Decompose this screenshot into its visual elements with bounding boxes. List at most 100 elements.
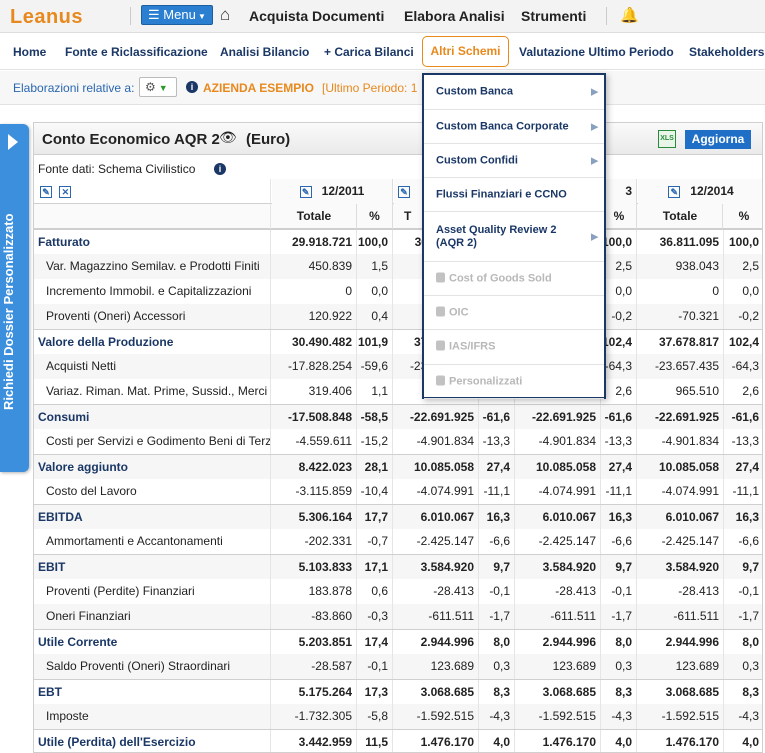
total-cell: 319.406 <box>272 379 357 404</box>
context-bar: Elaborazioni relative a: ⚙ ▼ i AZIENDA ES… <box>0 71 765 105</box>
strumenti-menu[interactable]: Strumenti <box>521 8 586 24</box>
dropdown-item: Cost of Goods Sold <box>424 262 604 296</box>
row-label: Proventi (Oneri) Accessori <box>34 304 271 329</box>
chevron-right-icon: ▶ <box>591 231 598 241</box>
info-icon[interactable]: i <box>186 81 198 93</box>
pct-cell: 1,1 <box>357 379 393 404</box>
row-label[interactable]: Consumi <box>34 405 271 430</box>
pct-cell: 11,5 <box>357 730 393 752</box>
aggiorna-button[interactable]: Aggiorna <box>685 130 751 149</box>
total-cell: 120.922 <box>272 304 357 329</box>
row-label[interactable]: EBITDA <box>34 505 271 530</box>
total-cell: 0 <box>638 279 724 304</box>
pct-cell: -64,3 <box>724 354 762 379</box>
pct-cell: 0,0 <box>724 279 762 304</box>
acquista-documenti-menu[interactable]: Acquista Documenti <box>249 8 384 24</box>
edit-icon[interactable]: ✎ <box>40 185 52 198</box>
arrow-right-icon <box>8 134 18 150</box>
year-label: 12/2011 <box>321 184 365 198</box>
col-pct: % <box>602 204 637 229</box>
menu-button[interactable]: ☰ Menu ▼ <box>141 5 213 25</box>
pct-cell: -4,3 <box>479 704 515 729</box>
pct-cell: 8,3 <box>479 680 515 705</box>
total-cell: 5.103.833 <box>272 555 357 580</box>
year-header-1: ✎ 12/2011 <box>272 179 393 204</box>
pct-cell: -61,6 <box>724 405 762 430</box>
pct-cell: -1,7 <box>601 604 637 629</box>
row-label[interactable]: Utile Corrente <box>34 630 271 655</box>
pct-cell: 4,0 <box>601 730 637 752</box>
total-cell: 6.010.067 <box>516 505 601 530</box>
year-label: 3 <box>625 184 632 198</box>
total-cell: -1.592.515 <box>638 704 724 729</box>
total-cell: -1.592.515 <box>516 704 601 729</box>
pct-cell: 0,3 <box>724 654 762 679</box>
pct-cell: 1,5 <box>357 254 393 279</box>
table-row: EBITDA 5.306.164 17,7 6.010.067 16,3 6.010.06… <box>34 504 762 530</box>
total-cell: -4.559.611 <box>272 429 357 454</box>
settings-dropdown[interactable]: ⚙ ▼ <box>139 77 177 97</box>
pct-cell: -11,1 <box>724 479 762 504</box>
total-cell: -83.860 <box>272 604 357 629</box>
nav-stakeholders[interactable]: Stakeholders <box>689 45 764 59</box>
pct-cell: 2,6 <box>601 379 637 404</box>
total-cell: -202.331 <box>272 529 357 554</box>
edit-icon[interactable]: ✎ <box>398 185 410 198</box>
elabora-analisi-menu[interactable]: Elabora Analisi <box>404 8 505 24</box>
leanus-logo[interactable]: Leanus <box>10 6 83 29</box>
nav-altri-schemi[interactable]: Altri Schemi <box>422 36 509 67</box>
total-cell: 10.085.058 <box>394 455 479 480</box>
total-cell: 1.476.170 <box>516 730 601 752</box>
nav-analisi-bilancio[interactable]: Analisi Bilancio <box>220 45 309 59</box>
pct-cell: 16,3 <box>479 505 515 530</box>
nav-fonte-riclassificazione[interactable]: Fonte e Riclassificazione <box>65 45 208 59</box>
pct-cell: 28,1 <box>357 455 393 480</box>
eye-icon[interactable]: 👁 <box>219 129 237 146</box>
total-cell: 3.584.920 <box>516 555 601 580</box>
dropdown-item-label: Cost of Goods Sold <box>449 272 552 284</box>
nav-valutazione-ultimo-periodo[interactable]: Valutazione Ultimo Periodo <box>519 45 674 59</box>
pct-cell: 9,7 <box>724 555 762 580</box>
pct-cell: 102,4 <box>601 330 637 355</box>
pct-cell: 2,5 <box>724 254 762 279</box>
dropdown-item[interactable]: Flussi Finanziari e CCNO <box>424 178 604 212</box>
total-cell: -28.413 <box>394 579 479 604</box>
pct-cell: -15,2 <box>357 429 393 454</box>
row-label[interactable]: EBIT <box>34 555 271 580</box>
total-cell: 450.839 <box>272 254 357 279</box>
row-label[interactable]: EBT <box>34 680 271 705</box>
home-icon[interactable]: ⌂ <box>220 5 230 25</box>
nav-carica-bilanci[interactable]: + Carica Bilanci <box>324 45 414 59</box>
total-cell: -2.425.147 <box>394 529 479 554</box>
pct-cell: 8,3 <box>724 680 762 705</box>
pct-cell: 100,0 <box>357 230 393 255</box>
row-label[interactable]: Fatturato <box>34 230 271 255</box>
bell-icon[interactable]: 🔔 <box>620 6 639 24</box>
pct-cell: 4,0 <box>724 730 762 752</box>
total-cell: -4.901.834 <box>516 429 601 454</box>
year-header-4: ✎ 12/2014 <box>638 179 762 204</box>
total-cell: 965.510 <box>638 379 724 404</box>
row-label[interactable]: Valore aggiunto <box>34 455 271 480</box>
edit-icon[interactable]: ✎ <box>299 185 312 198</box>
nav-home[interactable]: Home <box>13 45 46 59</box>
row-label[interactable]: Valore della Produzione <box>34 330 271 355</box>
dossier-side-tab[interactable]: Richiedi Dossier Personalizzato <box>0 124 29 472</box>
info-icon[interactable]: i <box>214 163 226 175</box>
dropdown-item[interactable]: Custom Banca Corporate ▶ <box>424 110 604 144</box>
row-label: Imposte <box>34 704 271 729</box>
row-label[interactable]: Utile (Perdita) dell'Esercizio <box>34 730 271 752</box>
altri-schemi-dropdown: Custom Banca ▶ Custom Banca Corporate ▶ Cust… <box>422 73 606 399</box>
pct-cell: 16,3 <box>601 505 637 530</box>
pct-cell: 2,5 <box>601 254 637 279</box>
pct-cell: -10,4 <box>357 479 393 504</box>
table-row: Consumi -17.508.848 -58,5 -22.691.925 -61,6-… <box>34 404 762 430</box>
dropdown-item[interactable]: Custom Banca ▶ <box>424 75 604 110</box>
dropdown-item[interactable]: Asset Quality Review 2 (AQR 2) ▶ <box>424 212 604 262</box>
dropdown-item[interactable]: Custom Confidi ▶ <box>424 144 604 178</box>
excel-export-icon[interactable]: XLS <box>658 130 676 148</box>
pct-cell: 0,4 <box>357 304 393 329</box>
close-icon[interactable]: ✕ <box>59 185 72 198</box>
edit-icon[interactable]: ✎ <box>668 185 681 198</box>
total-cell: 3.442.959 <box>272 730 357 752</box>
